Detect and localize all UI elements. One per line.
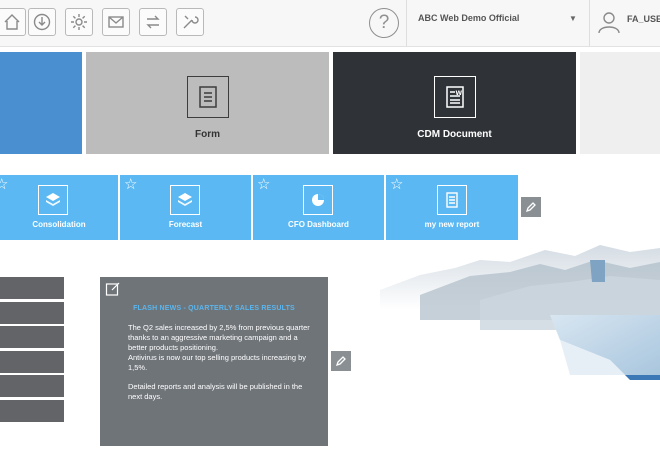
layers-icon: [170, 185, 200, 215]
list-item[interactable]: [0, 351, 64, 373]
user-icon: [596, 9, 622, 35]
pencil-icon: [335, 356, 346, 367]
caret-down-icon: ▼: [569, 14, 577, 23]
gear-icon: [71, 14, 87, 30]
tile-cdm-label: CDM Document: [417, 129, 492, 140]
favorite-star-icon[interactable]: ☆: [0, 177, 8, 192]
tile-blue[interactable]: [0, 52, 82, 154]
tools-button[interactable]: [176, 8, 204, 36]
word-document-icon: W: [434, 76, 476, 118]
tile-light[interactable]: [580, 52, 660, 154]
help-icon: ?: [378, 12, 390, 33]
pie-chart-icon: [303, 185, 333, 215]
transfer-icon: [146, 15, 160, 29]
news-paragraph: The Q2 sales increased by 2,5% from prev…: [128, 323, 310, 352]
list-item[interactable]: [0, 277, 64, 299]
list-item[interactable]: [0, 400, 64, 422]
environment-name: ABC Web Demo Official: [418, 13, 520, 23]
toolbar-divider: [406, 0, 407, 46]
toolbar-divider: [589, 0, 590, 46]
edit-note-icon[interactable]: [105, 281, 121, 297]
edit-news-button[interactable]: [331, 351, 351, 371]
list-item[interactable]: [0, 326, 64, 348]
home-icon: [4, 14, 20, 30]
transfer-button[interactable]: [139, 8, 167, 36]
download-button[interactable]: [28, 8, 56, 36]
svg-text:W: W: [456, 90, 463, 97]
news-title: FLASH NEWS - QUARTERLY SALES RESULTS: [133, 305, 295, 312]
news-paragraph: Detailed reports and analysis will be pu…: [128, 382, 303, 401]
home-button[interactable]: [0, 8, 26, 36]
report-tile-forecast[interactable]: ☆ Forecast: [120, 175, 251, 240]
layers-icon: [38, 185, 68, 215]
help-button[interactable]: ?: [369, 8, 399, 38]
report-label: Forecast: [168, 220, 203, 229]
user-name: FA_USE: [627, 14, 660, 24]
download-icon: [33, 13, 51, 31]
favorite-star-icon[interactable]: ☆: [124, 177, 137, 192]
top-toolbar: ? ABC Web Demo Official ▼ FA_USE: [0, 0, 660, 47]
mail-button[interactable]: [102, 8, 130, 36]
news-paragraph: Antivirus is now our top selling product…: [128, 353, 307, 372]
report-label: Consolidation: [32, 220, 86, 229]
form-icon: [187, 76, 229, 118]
news-body: The Q2 sales increased by 2,5% from prev…: [128, 323, 318, 411]
tile-form-label: Form: [195, 129, 220, 140]
landscape-illustration: [380, 245, 660, 380]
list-item[interactable]: [0, 302, 64, 324]
tile-form[interactable]: Form: [86, 52, 329, 154]
list-item[interactable]: [0, 375, 64, 397]
report-tile-consolidation[interactable]: ☆ Consolidation: [0, 175, 118, 240]
news-panel: FLASH NEWS - QUARTERLY SALES RESULTS The…: [100, 277, 328, 446]
tile-cdm-document[interactable]: W CDM Document: [333, 52, 576, 154]
tools-icon: [183, 15, 199, 29]
favorite-star-icon[interactable]: ☆: [257, 177, 270, 192]
mail-icon: [108, 16, 124, 28]
settings-button[interactable]: [65, 8, 93, 36]
